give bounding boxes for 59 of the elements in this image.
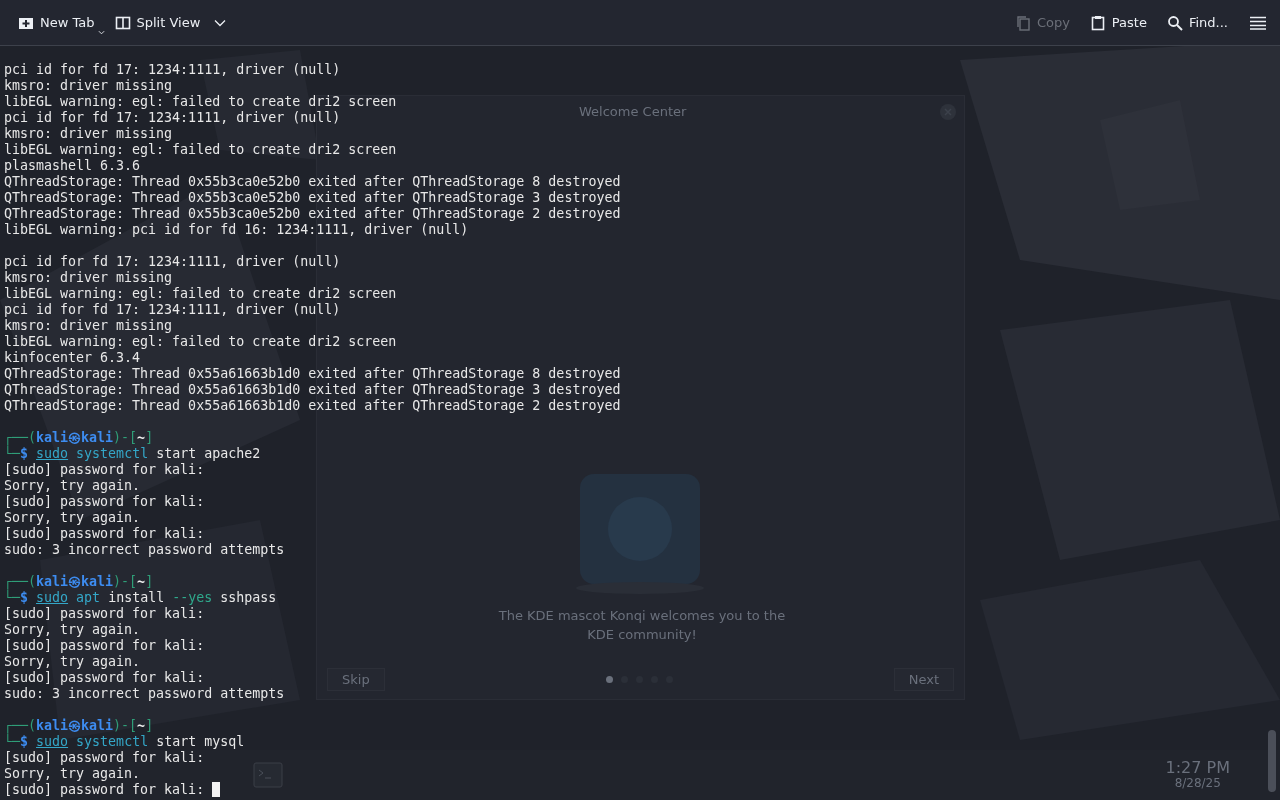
find-button[interactable]: Find... <box>1158 8 1236 37</box>
menu-icon <box>1250 15 1266 30</box>
clock-date: 8/28/25 <box>1174 776 1221 790</box>
prompt-line: ┌──(kali㉿kali)-[~] <box>4 718 154 733</box>
terminal-line: QThreadStorage: Thread 0x55b3ca0e52b0 exited after QThreadStorage 2 destroyed <box>4 206 621 221</box>
new-tab-button[interactable]: New Tab <box>10 8 103 37</box>
terminal-line: sudo: 3 incorrect password attempts <box>4 542 285 557</box>
terminal-line: [sudo] password for kali: <box>4 750 205 765</box>
command-line: └─$ sudo systemctl start mysql <box>4 734 245 749</box>
terminal-line: [sudo] password for kali: <box>4 526 205 541</box>
copy-icon <box>1014 14 1031 31</box>
terminal-line: QThreadStorage: Thread 0x55a61663b1d0 exited after QThreadStorage 3 destroyed <box>4 382 621 397</box>
terminal-line: libEGL warning: egl: failed to create dri2 screen <box>4 142 397 157</box>
terminal-line: libEGL warning: egl: failed to create dri2 screen <box>4 286 397 301</box>
terminal-line: [sudo] password for kali: <box>4 638 205 653</box>
split-view-icon <box>114 14 131 31</box>
close-icon <box>940 104 956 120</box>
terminal-line: [sudo] password for kali: <box>4 606 205 621</box>
terminal-line: kinfocenter 6.3.4 <box>4 350 141 365</box>
terminal-line: QThreadStorage: Thread 0x55b3ca0e52b0 exited after QThreadStorage 8 destroyed <box>4 174 621 189</box>
terminal-line: Sorry, try again. <box>4 510 141 525</box>
search-icon <box>1166 14 1183 31</box>
terminal-line: Sorry, try again. <box>4 478 141 493</box>
split-view-button[interactable]: Split View <box>106 8 235 37</box>
mascot-caption: The KDE mascot Konqi welcomes you to the KDE community! <box>497 607 787 644</box>
terminal-line: Sorry, try again. <box>4 622 141 637</box>
terminal-line: QThreadStorage: Thread 0x55a61663b1d0 exited after QThreadStorage 2 destroyed <box>4 398 621 413</box>
terminal-line: libEGL warning: egl: failed to create dri2 screen <box>4 334 397 349</box>
window-title: Welcome Center <box>579 104 687 119</box>
terminal-line: pci id for fd 17: 1234:1111, driver (null) <box>4 62 341 77</box>
terminal-line: sudo: 3 incorrect password attempts <box>4 686 285 701</box>
terminal-line: [sudo] password for kali: <box>4 494 205 509</box>
terminal-line: [sudo] password for kali: <box>4 462 205 477</box>
terminal-icon[interactable] <box>253 762 283 788</box>
terminal-line: libEGL warning: egl: failed to create dri2 screen <box>4 94 397 109</box>
terminal-line: pci id for fd 17: 1234:1111, driver (null) <box>4 302 341 317</box>
terminal-line: plasmashell 6.3.6 <box>4 158 141 173</box>
terminal-line: kmsro: driver missing <box>4 270 173 285</box>
command-line: └─$ sudo apt install --yes sshpass <box>4 590 277 605</box>
terminal-line: libEGL warning: pci id for fd 16: 1234:1111, driver (null) <box>4 222 469 237</box>
clock-time: 1:27 PM <box>1165 760 1230 776</box>
scrollbar-thumb[interactable] <box>1268 730 1276 792</box>
clipboard-icon <box>1089 14 1106 31</box>
terminal-line: kmsro: driver missing <box>4 318 173 333</box>
terminal-line: QThreadStorage: Thread 0x55a61663b1d0 exited after QThreadStorage 8 destroyed <box>4 366 621 381</box>
prompt-line: ┌──(kali㉿kali)-[~] <box>4 574 154 589</box>
terminal-line: pci id for fd 17: 1234:1111, driver (null) <box>4 254 341 269</box>
page-dot[interactable] <box>605 676 613 683</box>
terminal-line: pci id for fd 17: 1234:1111, driver (null) <box>4 110 341 125</box>
command-line: └─$ sudo systemctl start apache2 <box>4 446 261 461</box>
terminal-line: Sorry, try again. <box>4 766 141 781</box>
paste-button[interactable]: Paste <box>1081 8 1155 37</box>
prompt-line: ┌──(kali㉿kali)-[~] <box>4 430 154 445</box>
terminal-line: kmsro: driver missing <box>4 78 173 93</box>
terminal-line: [sudo] password for kali: <box>4 670 205 685</box>
terminal-line: QThreadStorage: Thread 0x55b3ca0e52b0 exited after QThreadStorage 3 destroyed <box>4 190 621 205</box>
terminal-line: Sorry, try again. <box>4 654 141 669</box>
terminal-line: [sudo] password for kali: <box>4 782 205 797</box>
terminal-line: kmsro: driver missing <box>4 126 173 141</box>
